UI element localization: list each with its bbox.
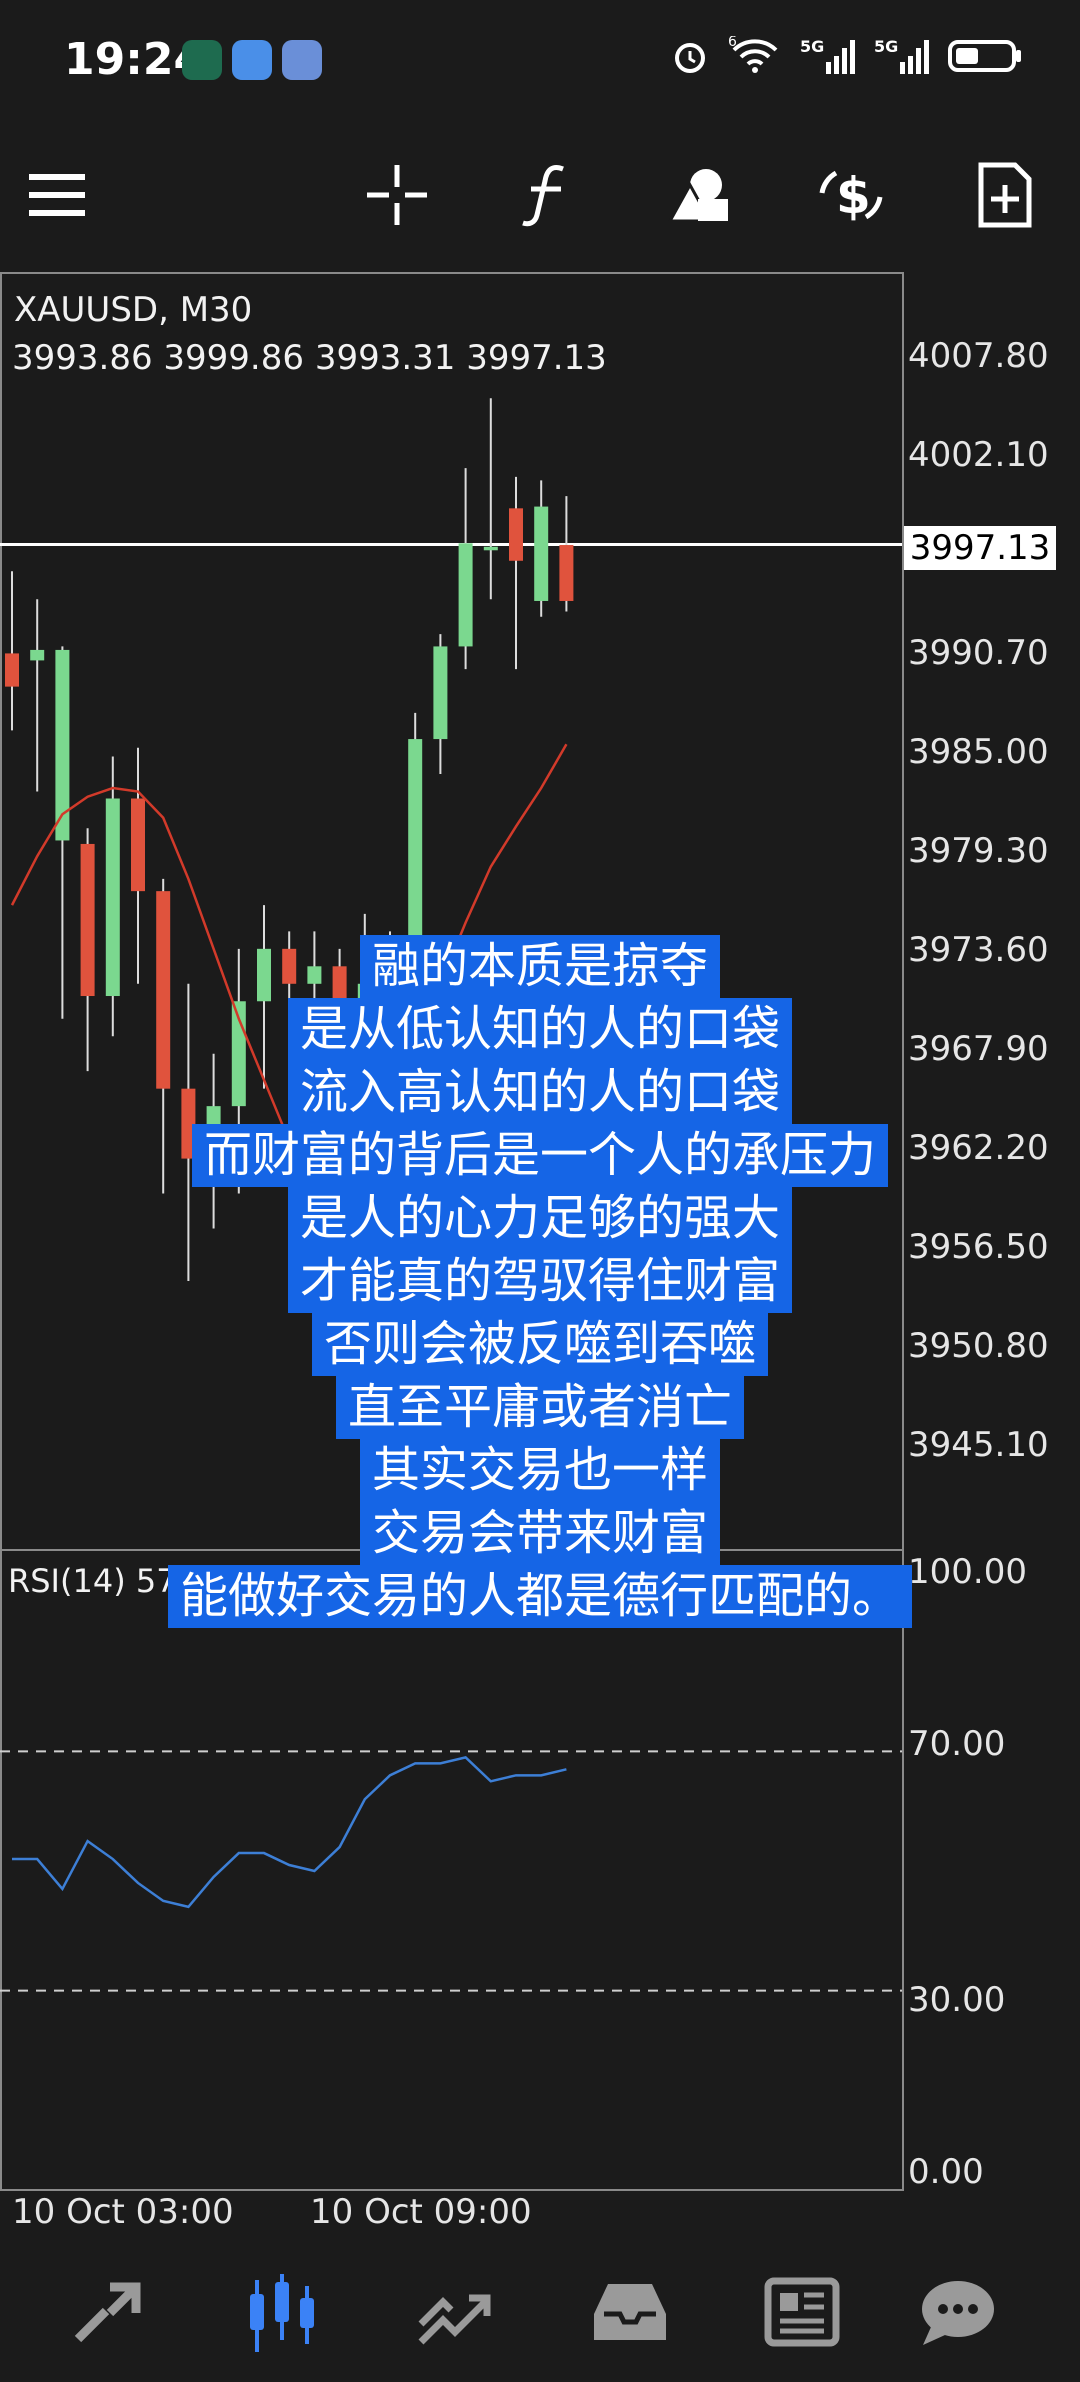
- svg-text:5G: 5G: [800, 37, 824, 56]
- price-tick: 3985.00: [908, 732, 1049, 772]
- message-icon: [232, 40, 272, 80]
- shapes-icon: [668, 169, 728, 223]
- time-tick: 10 Oct 03:00: [12, 2192, 234, 2232]
- nav-chart[interactable]: [232, 2262, 332, 2362]
- current-price-label: 3997.13: [904, 526, 1056, 570]
- time-tick: 10 Oct 09:00: [310, 2192, 532, 2232]
- battery-icon: [948, 40, 1021, 72]
- caption-line: 而财富的背后是一个人的承压力: [191, 1124, 888, 1187]
- alarm-icon: [675, 43, 705, 73]
- nav-trade[interactable]: [405, 2262, 505, 2362]
- chart-symbol: XAUUSD, M30: [14, 290, 253, 330]
- rsi-tick: 30.00: [908, 1980, 1006, 2020]
- candle-body: [458, 543, 473, 647]
- caption-line: 融的本质是掠夺: [359, 935, 720, 998]
- candle-body: [433, 646, 448, 740]
- svg-text:6: 6: [728, 36, 737, 50]
- svg-text:$: $: [836, 167, 871, 225]
- trade-button[interactable]: $: [806, 150, 896, 240]
- menu-icon: [29, 174, 85, 216]
- candle-body: [559, 545, 574, 601]
- history-icon: [594, 2284, 666, 2340]
- messages-icon: [922, 2281, 994, 2345]
- price-tick: 4002.10: [908, 435, 1049, 475]
- candle-body: [534, 506, 549, 601]
- price-tick: 4007.80: [908, 336, 1049, 376]
- crosshair-button[interactable]: [352, 150, 442, 240]
- caption-overlay: 融的本质是掠夺 是从低认知的人的口袋 流入高认知的人的口袋 而财富的背后是一个人…: [0, 935, 1080, 1628]
- news-icon: [764, 2277, 840, 2347]
- candle-body: [30, 649, 45, 661]
- crosshair-icon: [367, 165, 427, 225]
- bottom-nav: [0, 2240, 1080, 2382]
- caption-line: 交易会带来财富: [359, 1502, 720, 1565]
- shield-app-icon: [282, 40, 322, 80]
- price-tick: 3979.30: [908, 831, 1049, 871]
- caption-line: 才能真的驾驭得住财富: [287, 1250, 792, 1313]
- status-icons: 6 5G 5G: [670, 36, 1024, 76]
- chart-toolbar: $: [0, 120, 1080, 270]
- caption-line: 是从低认知的人的口袋: [287, 998, 792, 1061]
- caption-line: 能做好交易的人都是德行匹配的。: [167, 1565, 912, 1628]
- candle-body: [509, 508, 523, 561]
- chart-icon: [250, 2274, 314, 2352]
- wifi-icon: 6: [728, 36, 778, 73]
- candle-body: [483, 546, 498, 551]
- menu-button[interactable]: [14, 150, 104, 240]
- quotes-icon: [74, 2282, 141, 2343]
- candle-body: [131, 798, 145, 892]
- 5g-signal-icon: 5G: [800, 37, 855, 74]
- nav-quotes[interactable]: [58, 2262, 158, 2362]
- objects-button[interactable]: [655, 150, 745, 240]
- new-order-icon: [978, 162, 1032, 228]
- chart-ohlc: 3993.86 3999.86 3993.31 3997.13: [12, 338, 607, 378]
- app-icon-green: [182, 40, 222, 80]
- caption-line: 否则会被反噬到吞噬: [311, 1313, 768, 1376]
- caption-line: 其实交易也一样: [359, 1439, 720, 1502]
- indicators-button[interactable]: [502, 150, 592, 240]
- nav-history[interactable]: [580, 2262, 680, 2362]
- caption-line: 直至平庸或者消亡: [335, 1376, 744, 1439]
- rsi-tick: 0.00: [908, 2152, 984, 2192]
- new-order-button[interactable]: [960, 150, 1050, 240]
- svg-text:5G: 5G: [874, 37, 898, 56]
- rsi-tick: 70.00: [908, 1724, 1006, 1764]
- price-tick: 3990.70: [908, 633, 1049, 673]
- rsi-line: [12, 1756, 567, 1909]
- trade-icon: [418, 2294, 491, 2345]
- nav-news[interactable]: [752, 2262, 852, 2362]
- nav-messages[interactable]: [908, 2262, 1008, 2362]
- status-bar: 19:24 6 5G 5G: [0, 0, 1080, 120]
- trade-icon: $: [819, 167, 883, 225]
- caption-line: 流入高认知的人的口袋: [287, 1061, 792, 1124]
- 5g-signal-icon: 5G: [874, 37, 929, 74]
- function-icon: [522, 165, 564, 227]
- candle-body: [5, 653, 19, 687]
- caption-line: 是人的心力足够的强大: [287, 1187, 792, 1250]
